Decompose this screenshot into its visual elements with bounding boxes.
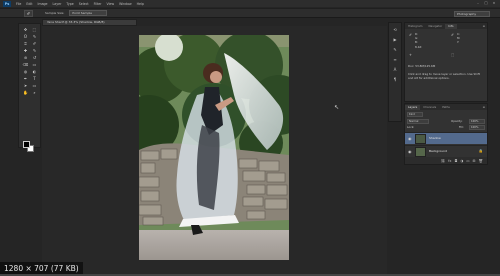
eyedropper-readout-icon: ✐ bbox=[409, 33, 412, 37]
pointer-cursor-icon: ↖ bbox=[334, 104, 340, 111]
layers-panel: Layers Channels Paths ≡ Kind Normal Opac… bbox=[404, 103, 488, 165]
workspace-select[interactable]: Photography bbox=[454, 11, 490, 17]
maximize-button[interactable]: □ bbox=[484, 1, 488, 5]
crop-tool-icon[interactable]: ⌗ bbox=[22, 41, 29, 46]
info-panel: Histogram Navigator Info ≡ ✐ R: G: B: ✐ … bbox=[404, 22, 488, 102]
gradient-tool-icon[interactable]: ▭ bbox=[31, 62, 38, 67]
tab-info[interactable]: Info bbox=[445, 24, 457, 29]
menu-layer[interactable]: Layer bbox=[53, 2, 62, 6]
menu-window[interactable]: Window bbox=[119, 2, 132, 6]
move-tool-icon[interactable]: ✥ bbox=[22, 27, 29, 32]
zoom-tool-icon[interactable]: ⌕ bbox=[31, 90, 38, 95]
layers-panel-menu-icon[interactable]: ≡ bbox=[482, 105, 485, 110]
tab-paths[interactable]: Paths bbox=[439, 105, 453, 110]
menu-image[interactable]: Image bbox=[38, 2, 48, 6]
blur-tool-icon[interactable]: ◍ bbox=[22, 69, 29, 74]
layer-name: Shadow bbox=[429, 136, 441, 140]
fx-icon[interactable]: fx bbox=[448, 159, 451, 163]
mask-icon[interactable]: ◘ bbox=[454, 159, 457, 163]
sample-size-select[interactable]: Point Sample bbox=[69, 10, 108, 16]
dodge-tool-icon[interactable]: ◐ bbox=[31, 69, 38, 74]
layers-panel-tabs: Layers Channels Paths ≡ bbox=[405, 104, 487, 110]
hand-tool-icon[interactable]: ✋ bbox=[22, 90, 29, 95]
tools-panel: ✥ ⬚ ʘ ✎ ⌗ ✐ ✚ ✎ ⊛ ↺ ⌫ ▭ ◍ ◐ ✒ T ➤ ▭ ✋ ⌕ bbox=[18, 23, 41, 152]
lock-icon: 🔒 bbox=[478, 149, 483, 153]
properties-icon[interactable]: ≡ bbox=[391, 57, 399, 63]
link-icon[interactable]: ⛓ bbox=[441, 159, 445, 163]
clone-stamp-tool-icon[interactable]: ⊛ bbox=[22, 55, 29, 60]
menu-select[interactable]: Select bbox=[79, 2, 89, 6]
path-select-tool-icon[interactable]: ➤ bbox=[22, 83, 29, 88]
bit-depth-label: 8-bit bbox=[415, 45, 422, 49]
menu-view[interactable]: View bbox=[106, 2, 114, 6]
paragraph-icon[interactable]: ¶ bbox=[391, 77, 399, 83]
info-panel-tabs: Histogram Navigator Info ≡ bbox=[405, 23, 487, 29]
b-label: B: bbox=[415, 40, 418, 44]
layer-row-shadow[interactable]: ◉ Shadow bbox=[405, 132, 487, 144]
layers-footer: ⛓ fx ◘ ◑ ▭ ⊞ 🗑 bbox=[405, 157, 487, 164]
layer-thumbnail bbox=[415, 134, 426, 144]
pen-tool-icon[interactable]: ✒ bbox=[22, 76, 29, 81]
document-photo[interactable] bbox=[139, 35, 289, 260]
selection-size-icon: ⬚ bbox=[451, 53, 455, 57]
tab-histogram[interactable]: Histogram bbox=[405, 24, 426, 29]
menu-edit[interactable]: Edit bbox=[26, 2, 32, 6]
menu-file[interactable]: File bbox=[16, 2, 21, 6]
lasso-tool-icon[interactable]: ʘ bbox=[22, 34, 29, 39]
marquee-tool-icon[interactable]: ⬚ bbox=[31, 27, 38, 32]
layer-thumbnail bbox=[415, 147, 426, 157]
panel-menu-icon[interactable]: ≡ bbox=[482, 24, 485, 29]
foreground-color-swatch[interactable] bbox=[23, 141, 30, 148]
window-controls: – □ × bbox=[476, 1, 496, 5]
type-tool-icon[interactable]: T bbox=[31, 76, 38, 81]
sample-size-label: Sample Size: bbox=[45, 11, 65, 15]
photoshop-window: Ps File Edit Image Layer Type Select Fil… bbox=[0, 0, 500, 276]
tab-channels[interactable]: Channels bbox=[420, 105, 439, 110]
menu-help[interactable]: Help bbox=[137, 2, 144, 6]
layer-name: Background bbox=[429, 149, 447, 153]
history-icon[interactable]: ⟲ bbox=[391, 27, 399, 33]
eyedropper-tool-icon[interactable]: ✐ bbox=[31, 41, 38, 46]
fill-field[interactable]: 100% bbox=[469, 125, 485, 130]
character-icon[interactable]: A bbox=[391, 67, 399, 73]
document-size: Doc: 53.8M/125.6M bbox=[408, 64, 436, 68]
layer-kind-filter[interactable]: Kind bbox=[407, 112, 423, 117]
eraser-tool-icon[interactable]: ⌫ bbox=[22, 62, 29, 67]
document-title: Yana Sharif @ 33.3% (Shadow, RGB/8) bbox=[47, 20, 105, 24]
adjustment-icon[interactable]: ◑ bbox=[460, 159, 463, 163]
tool-hint: Click and drag to move layer or selectio… bbox=[408, 72, 480, 80]
minimize-button[interactable]: – bbox=[476, 1, 480, 5]
y-label: Y: bbox=[457, 40, 460, 44]
brush-tool-icon[interactable]: ✎ bbox=[31, 48, 38, 53]
actions-icon[interactable]: ▶ bbox=[391, 37, 399, 43]
tab-navigator[interactable]: Navigator bbox=[426, 24, 446, 29]
menu-filter[interactable]: Filter bbox=[94, 2, 102, 6]
tab-layers[interactable]: Layers bbox=[405, 105, 421, 110]
document-tab[interactable]: Yana Sharif @ 33.3% (Shadow, RGB/8) bbox=[42, 19, 137, 26]
crosshair-icon: + bbox=[409, 53, 412, 57]
blend-mode-select[interactable]: Normal bbox=[407, 119, 429, 124]
brush-presets-icon[interactable]: ✎ bbox=[391, 47, 399, 53]
close-window-button[interactable]: × bbox=[492, 1, 496, 5]
collapsed-panels-strip: ⟲ ▶ ✎ ≡ A ¶ bbox=[388, 22, 402, 122]
bride-photo-image bbox=[139, 35, 289, 260]
photoshop-logo: Ps bbox=[3, 0, 11, 7]
options-bar: ✐ Sample Size: Point Sample Photography bbox=[0, 8, 500, 18]
history-brush-tool-icon[interactable]: ↺ bbox=[31, 55, 38, 60]
folder-icon[interactable]: ▭ bbox=[466, 159, 469, 163]
eyedropper-icon[interactable]: ✐ bbox=[24, 9, 33, 17]
opacity-field[interactable]: 100% bbox=[469, 119, 485, 124]
menu-bar: Ps File Edit Image Layer Type Select Fil… bbox=[0, 0, 500, 7]
visibility-eye-icon[interactable]: ◉ bbox=[408, 136, 412, 141]
healing-tool-icon[interactable]: ✚ bbox=[22, 48, 29, 53]
shape-tool-icon[interactable]: ▭ bbox=[31, 83, 38, 88]
menu-type[interactable]: Type bbox=[66, 2, 73, 6]
layer-row-background[interactable]: ◉ Background 🔒 bbox=[405, 145, 487, 157]
cmyk-readout-icon: ✐ bbox=[451, 33, 454, 37]
trash-icon[interactable]: 🗑 bbox=[479, 159, 483, 163]
visibility-eye-icon[interactable]: ◉ bbox=[408, 149, 412, 154]
quick-select-tool-icon[interactable]: ✎ bbox=[31, 34, 38, 39]
new-layer-icon[interactable]: ⊞ bbox=[473, 159, 476, 163]
